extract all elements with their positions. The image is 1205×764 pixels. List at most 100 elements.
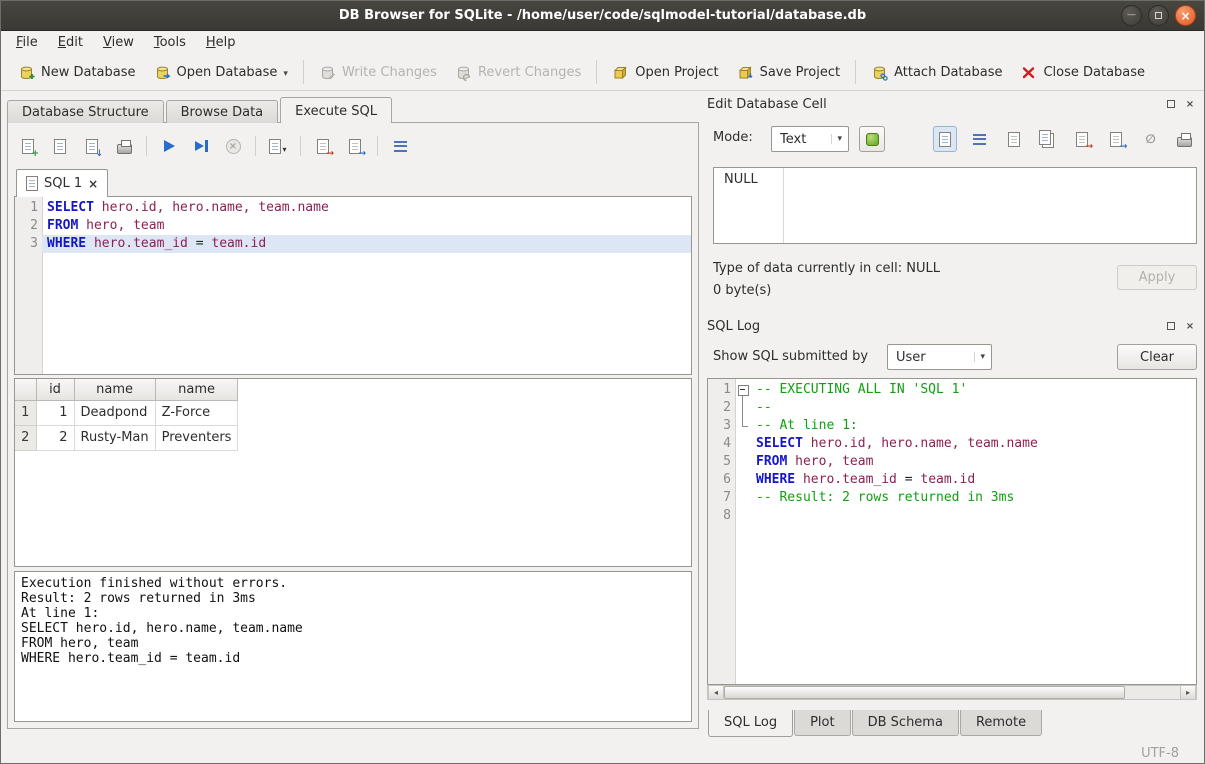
toolbar-button-attach-database[interactable]: Attach Database [862,59,1011,86]
dock-tab-sql-log[interactable]: SQL Log [708,710,793,737]
tab-execute-sql[interactable]: Execute SQL [280,97,392,123]
toolbar-label: Revert Changes [478,65,581,80]
results-grid: idnamename11DeadpondZ-Force22Rusty-ManPr… [14,378,692,567]
dock-tab-remote[interactable]: Remote [960,710,1042,736]
print-cell-icon[interactable] [1173,126,1197,152]
format-sql-icon[interactable] [388,133,412,159]
code-line: 3WHERE hero.team_id = team.id [15,235,691,253]
result-cell[interactable]: Preventers [155,425,238,450]
code-text: -- At line 1: [751,417,1196,435]
toolbar-button-revert-changes: Revert Changes [446,59,590,86]
word-wrap-icon[interactable] [967,126,991,152]
encoding-indicator: UTF-8 [1141,746,1179,761]
window-controls: — × [1121,5,1196,26]
execution-status-text: Execution finished without errors. Resul… [15,572,691,670]
toolbar-label: Save Project [760,65,841,80]
set-null-icon[interactable]: ∅ [1139,126,1163,152]
scroll-right-icon[interactable]: ▸ [1180,686,1196,699]
menubar: FileEditViewToolsHelp [1,31,1204,54]
code-line: 6WHERE hero.team_id = team.id [708,471,1196,489]
scrollbar-track[interactable] [724,686,1180,699]
scroll-left-icon[interactable]: ◂ [708,686,724,699]
close-panel-icon[interactable]: × [1183,97,1197,111]
dropdown-arrow-icon[interactable]: ▾ [283,69,288,81]
fold-spacer [735,435,751,453]
results-corner-cell[interactable] [15,379,36,400]
result-cell[interactable]: Z-Force [155,400,238,425]
row-header[interactable]: 2 [15,425,36,450]
stop-icon[interactable]: × [221,133,245,159]
apply-label: Apply [1139,270,1176,285]
import-data-icon[interactable]: → [1070,126,1094,152]
apply-button[interactable]: Apply [1117,265,1197,290]
toolbar-button-save-project[interactable]: Save Project [728,59,850,86]
code-line: 2FROM hero, team [15,217,691,235]
toolbar-button-open-database[interactable]: Open Database▾ [145,59,297,86]
submitter-select[interactable]: User ▾ [887,344,992,370]
new-document-icon[interactable] [1002,126,1026,152]
tab-close-icon[interactable]: × [88,177,98,191]
fold-marker[interactable] [735,381,751,399]
row-header[interactable]: 1 [15,400,36,425]
execution-status-box[interactable]: Execution finished without errors. Resul… [14,571,692,722]
minimize-button[interactable]: — [1121,5,1142,26]
execute-line-icon[interactable] [189,133,213,159]
fold-spacer [735,489,751,507]
save-sql-file-icon[interactable]: ↓ [80,133,104,159]
copy-document-icon[interactable] [1036,126,1060,152]
scrollbar-thumb[interactable] [724,686,1125,699]
export-icon[interactable]: → [343,133,367,159]
save-results-icon[interactable]: ▾ [266,133,290,159]
toolbar-button-open-project[interactable]: Open Project [603,59,727,86]
code-line: 8 [708,507,1196,525]
line-number: 5 [708,453,735,471]
close-panel-icon[interactable]: × [1183,319,1197,333]
result-cell[interactable]: Rusty-Man [74,425,155,450]
import-from-file-button[interactable] [859,126,885,152]
new-sql-tab-icon[interactable]: + [16,133,40,159]
line-number: 8 [708,507,735,525]
log-hscrollbar[interactable]: ◂ ▸ [707,685,1197,700]
code-text: FROM hero, team [751,453,1196,471]
tab-browse-data[interactable]: Browse Data [166,100,279,123]
import-icon[interactable]: → [311,133,335,159]
sql-editor[interactable]: 1SELECT hero.id, hero.name, team.name2FR… [14,196,692,375]
float-square-icon [1167,100,1175,108]
dock-tab-db-schema[interactable]: DB Schema [852,710,959,736]
menu-file[interactable]: File [6,33,48,52]
edit-text-icon[interactable] [933,126,957,152]
menu-tools[interactable]: Tools [144,33,196,52]
toolbar-button-new-database[interactable]: New Database [9,59,145,86]
column-header-name[interactable]: name [155,379,238,400]
mode-select[interactable]: Text ▾ [771,126,849,152]
toolbar-button-close-database[interactable]: Close Database [1011,59,1154,86]
chevron-down-icon: ▾ [974,352,985,362]
column-header-name[interactable]: name [74,379,155,400]
open-database-icon [154,64,171,81]
code-text: SELECT hero.id, hero.name, team.name [751,435,1196,453]
maximize-button[interactable] [1148,5,1169,26]
menu-edit[interactable]: Edit [48,33,93,52]
result-cell[interactable]: 1 [36,400,74,425]
dock-tab-plot[interactable]: Plot [794,710,851,736]
sql-log-view[interactable]: 1-- EXECUTING ALL IN 'SQL 1'2--3-- At li… [707,378,1197,685]
open-sql-file-icon[interactable] [48,133,72,159]
code-text: SELECT hero.id, hero.name, team.name [42,199,691,217]
result-cell[interactable]: 2 [36,425,74,450]
column-header-id[interactable]: id [36,379,74,400]
cell-editor[interactable]: NULL [713,167,1197,244]
menu-help[interactable]: Help [196,33,246,52]
tab-database-structure[interactable]: Database Structure [7,100,164,123]
export-data-icon[interactable]: → [1104,126,1128,152]
print-icon[interactable] [112,133,136,159]
close-window-button[interactable]: × [1175,5,1196,26]
float-panel-icon[interactable] [1164,97,1178,111]
result-cell[interactable]: Deadpond [74,400,155,425]
main-tabbar: Database StructureBrowse DataExecute SQL [7,97,394,123]
clear-button[interactable]: Clear [1117,344,1197,370]
float-panel-icon[interactable] [1164,319,1178,333]
sql-editor-tab[interactable]: SQL 1 × [16,169,108,197]
menu-view[interactable]: View [93,33,144,52]
execute-all-icon[interactable] [157,133,181,159]
titlebar[interactable]: DB Browser for SQLite - /home/user/code/… [1,1,1204,31]
